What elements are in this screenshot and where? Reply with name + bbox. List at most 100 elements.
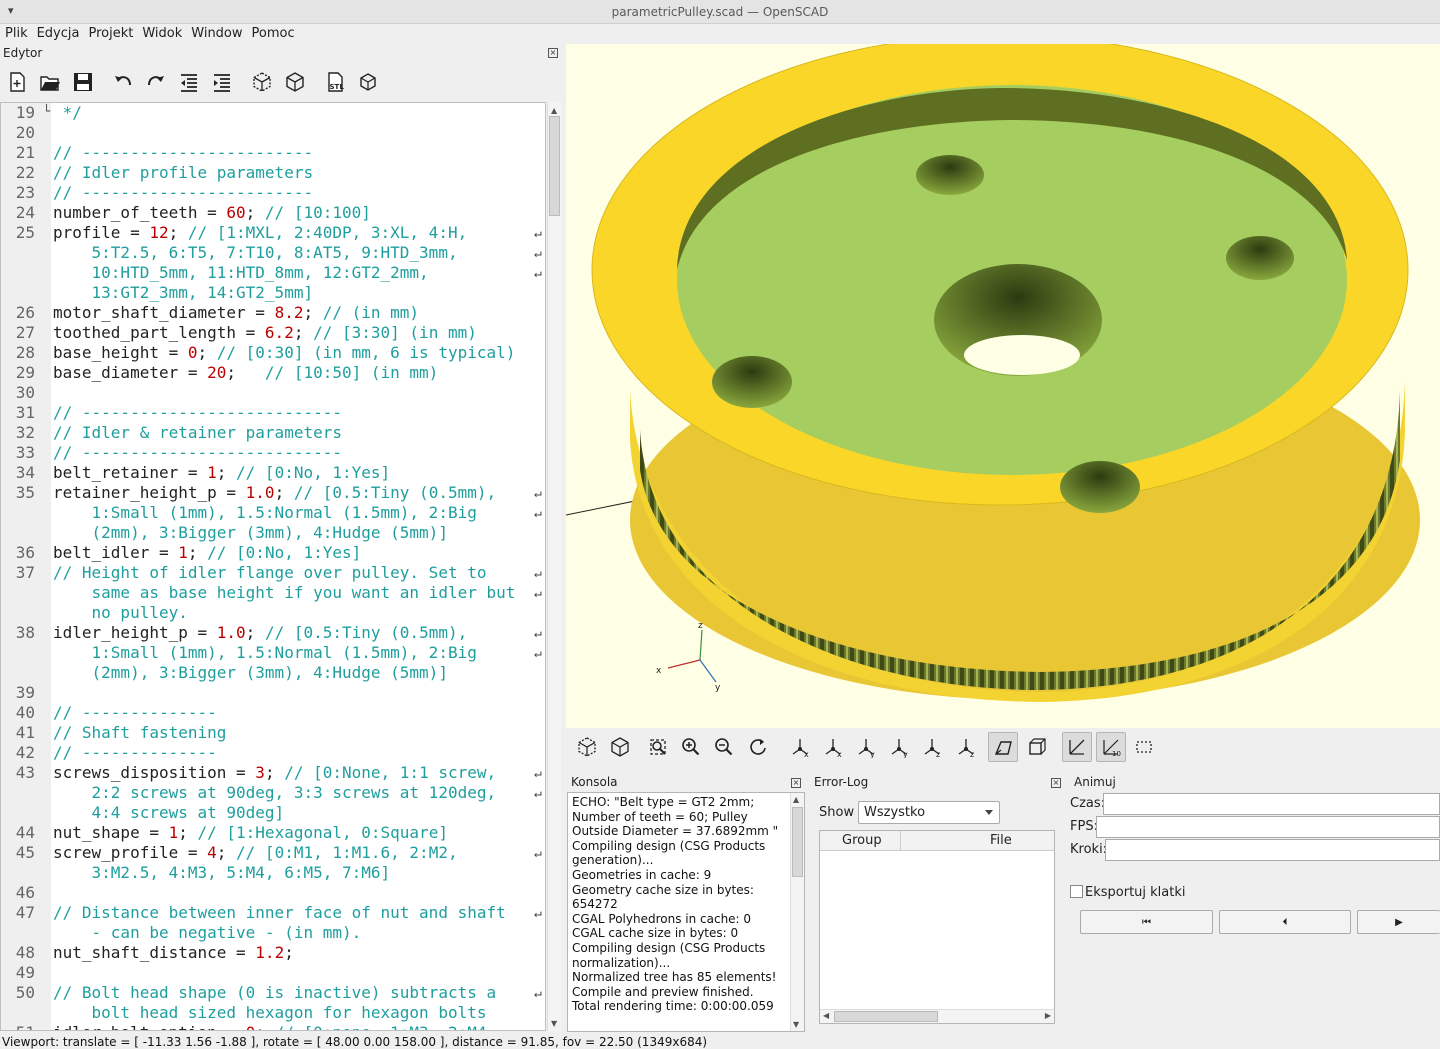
show-filter-select[interactable]: Wszystko bbox=[858, 801, 1000, 824]
scrollbar-thumb[interactable] bbox=[549, 116, 560, 216]
code-line: toothed_part_length = 6.2; // [3:30] (in… bbox=[53, 323, 477, 343]
render-icon[interactable] bbox=[282, 68, 308, 96]
code-line: (2mm), 3:Bigger (3mm), 4:Hudge (5mm)] bbox=[53, 523, 448, 543]
console-output[interactable]: ECHO: "Belt type = GT2 2mm; Number of te… bbox=[567, 792, 805, 1032]
scroll-up-icon[interactable]: ▲ bbox=[551, 106, 557, 115]
open-file-icon[interactable] bbox=[37, 68, 63, 96]
title-bar: ▾ parametricPulley.scad — OpenSCAD bbox=[0, 0, 1440, 24]
view-bottom-icon[interactable]: y bbox=[851, 732, 881, 762]
code-token: // --------------------------- bbox=[53, 403, 342, 422]
column-file[interactable]: File bbox=[990, 833, 1012, 848]
view-all-icon[interactable] bbox=[643, 732, 673, 762]
scroll-up-icon[interactable]: ▲ bbox=[793, 795, 799, 804]
animate-play-button[interactable]: ▶ bbox=[1357, 910, 1440, 934]
code-token: // [10:50] (in mm) bbox=[264, 363, 439, 382]
code-line: // --------------------------- bbox=[53, 403, 342, 423]
code-editor[interactable]: 19 20 21 22 23 24 25 26 27 28 29 30 31 32 33 34 35 36 37 38… bbox=[0, 102, 546, 1031]
menu-plik[interactable]: Plik bbox=[0, 24, 32, 41]
code-line: 4:4 screws at 90deg] bbox=[53, 803, 285, 823]
line-number-gutter: 19 20 21 22 23 24 25 26 27 28 29 30 31 32 33 34 35 36 37 38… bbox=[1, 103, 51, 1030]
code-token: 1:Small (1mm), 1.5:Normal (1.5mm), 2:Big bbox=[53, 643, 477, 662]
undo-icon[interactable] bbox=[110, 68, 136, 96]
perspective-icon[interactable] bbox=[988, 732, 1018, 762]
code-line: // Idler & retainer parameters bbox=[53, 423, 342, 443]
code-token: // [0:30] (in mm, 6 is typical) bbox=[216, 343, 516, 362]
fold-marker-icon[interactable]: └ bbox=[43, 104, 50, 118]
code-token: // -------------- bbox=[53, 703, 217, 722]
scroll-down-icon[interactable]: ▼ bbox=[793, 1020, 799, 1029]
column-group[interactable]: Group bbox=[842, 833, 882, 848]
show-scale-markers-icon[interactable]: 10 bbox=[1096, 732, 1126, 762]
show-axes-icon[interactable] bbox=[1062, 732, 1092, 762]
line-number: 43 bbox=[15, 763, 35, 782]
view-right-icon[interactable]: x bbox=[785, 732, 815, 762]
preview-icon[interactable] bbox=[572, 732, 602, 762]
save-icon[interactable] bbox=[70, 68, 96, 96]
console-close-icon[interactable]: × bbox=[791, 778, 801, 788]
new-file-icon[interactable] bbox=[4, 68, 30, 96]
view-back-icon[interactable]: z bbox=[951, 732, 981, 762]
view-top-icon[interactable]: x bbox=[818, 732, 848, 762]
svg-text:z: z bbox=[970, 750, 974, 758]
line-wrap-icon: ↵ bbox=[534, 506, 542, 521]
code-line: 2:2 screws at 90deg, 3:3 screws at 120de… bbox=[53, 783, 497, 803]
scrollbar-thumb[interactable] bbox=[834, 1011, 938, 1022]
editor-close-icon[interactable]: × bbox=[548, 48, 558, 58]
menu-projekt[interactable]: Projekt bbox=[83, 24, 137, 41]
view-left-icon[interactable]: y bbox=[884, 732, 914, 762]
code-token: // [0:No, 1:Yes] bbox=[207, 543, 362, 562]
editor-vertical-scrollbar[interactable]: ▲ ▼ bbox=[547, 102, 561, 1031]
code-line: // Height of idler flange over pulley. S… bbox=[53, 563, 486, 583]
indent-icon[interactable] bbox=[209, 68, 235, 96]
svg-text:STL: STL bbox=[330, 83, 345, 91]
render-icon[interactable] bbox=[605, 732, 635, 762]
view-front-icon[interactable]: z bbox=[917, 732, 947, 762]
pulley-model-render: z x y bbox=[566, 44, 1420, 702]
menu-pomoc[interactable]: Pomoc bbox=[247, 24, 299, 41]
console-scrollbar[interactable]: ▲ ▼ bbox=[790, 793, 804, 1031]
preview-icon[interactable] bbox=[249, 68, 275, 96]
redo-icon[interactable] bbox=[143, 68, 169, 96]
line-number: 23 bbox=[15, 183, 35, 202]
menu-widok[interactable]: Widok bbox=[137, 24, 186, 41]
send-to-print-icon[interactable] bbox=[355, 68, 381, 96]
code-token: ; bbox=[245, 623, 265, 642]
errorlog-close-icon[interactable]: × bbox=[1051, 778, 1061, 788]
svg-text:y: y bbox=[870, 750, 875, 758]
menu-edycja[interactable]: Edycja bbox=[32, 24, 84, 41]
animate-prev-button[interactable]: ⏴ bbox=[1219, 910, 1351, 934]
time-input[interactable] bbox=[1103, 793, 1440, 815]
scrollbar-thumb[interactable] bbox=[792, 807, 803, 877]
animate-title: Animuj bbox=[1074, 775, 1116, 789]
scroll-right-icon[interactable]: ▶ bbox=[1045, 1011, 1051, 1020]
code-line: base_height = 0; // [0:30] (in mm, 6 is … bbox=[53, 343, 515, 363]
animate-first-button[interactable]: ⏮ bbox=[1080, 910, 1213, 934]
line-wrap-icon: ↵ bbox=[534, 626, 542, 641]
line-number: 32 bbox=[15, 423, 35, 442]
code-token: 0 bbox=[187, 343, 198, 362]
export-frames-label: Eksportuj klatki bbox=[1085, 885, 1186, 900]
line-number: 42 bbox=[15, 743, 35, 762]
errorlog-title: Error-Log bbox=[814, 775, 869, 789]
errorlog-table[interactable]: Group File ◀ ▶ bbox=[819, 830, 1055, 1024]
menu-window[interactable]: Window bbox=[186, 24, 246, 41]
errorlog-horizontal-scrollbar[interactable]: ◀ ▶ bbox=[820, 1009, 1054, 1023]
scroll-left-icon[interactable]: ◀ bbox=[823, 1011, 829, 1020]
code-token: // [1:MXL, 2:40DP, 3:XL, 4:H, bbox=[187, 223, 468, 242]
zoom-out-icon[interactable] bbox=[709, 732, 739, 762]
line-number: 47 bbox=[15, 903, 35, 922]
show-edges-icon[interactable] bbox=[1129, 732, 1159, 762]
zoom-in-icon[interactable] bbox=[676, 732, 706, 762]
scroll-down-icon[interactable]: ▼ bbox=[551, 1019, 557, 1028]
3d-viewport[interactable]: z x y bbox=[566, 44, 1440, 728]
export-stl-icon[interactable]: STL bbox=[322, 68, 348, 96]
export-frames-checkbox[interactable] bbox=[1070, 885, 1083, 898]
code-token: // [0:None, 1:1 screw, bbox=[284, 763, 497, 782]
code-token: // ------------------------ bbox=[53, 183, 314, 202]
reset-view-icon[interactable] bbox=[743, 732, 773, 762]
fps-input[interactable] bbox=[1096, 816, 1440, 838]
unindent-icon[interactable] bbox=[176, 68, 202, 96]
steps-input[interactable] bbox=[1105, 839, 1440, 861]
line-number: 33 bbox=[15, 443, 35, 462]
orthogonal-icon[interactable] bbox=[1022, 732, 1052, 762]
